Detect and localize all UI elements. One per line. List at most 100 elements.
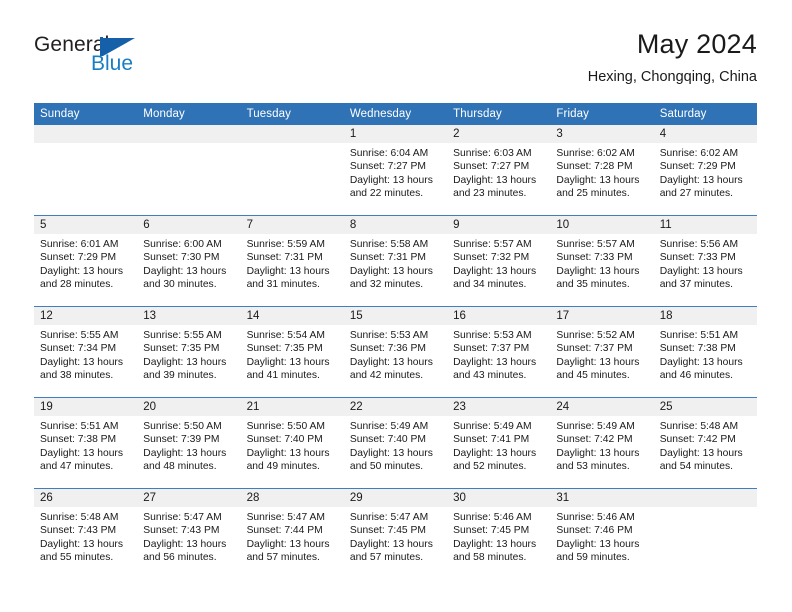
calendar-day-cell[interactable]: 30 Sunrise: 5:46 AM Sunset: 7:45 PM Dayligh…	[447, 488, 551, 579]
calendar-day-cell[interactable]: 29 Sunrise: 5:47 AM Sunset: 7:45 PM Dayligh…	[343, 488, 448, 579]
day-number: 14	[240, 307, 344, 325]
daylight-text-line1: Daylight: 13 hours	[453, 538, 537, 550]
calendar-day-cell[interactable]: 21 Sunrise: 5:50 AM Sunset: 7:40 PM Dayligh…	[240, 397, 344, 489]
sunrise-text: Sunrise: 6:02 AM	[659, 148, 739, 159]
daylight-text-line2: and 56 minutes.	[143, 552, 217, 564]
calendar-day-cell[interactable]: 26 Sunrise: 5:48 AM Sunset: 7:43 PM Dayligh…	[34, 488, 138, 579]
day-details: Sunrise: 5:48 AM Sunset: 7:43 PM Daylight:…	[34, 507, 137, 565]
calendar-day-cell[interactable]: 24 Sunrise: 5:49 AM Sunset: 7:42 PM Dayligh…	[550, 397, 654, 489]
day-number: 6	[137, 216, 241, 234]
calendar-day-cell[interactable]: 12 Sunrise: 5:55 AM Sunset: 7:34 PM Dayligh…	[34, 306, 138, 398]
calendar-day-cell[interactable]: 7 Sunrise: 5:59 AM Sunset: 7:31 PM Daylight…	[240, 215, 344, 307]
calendar-day-cell[interactable]: 15 Sunrise: 5:53 AM Sunset: 7:36 PM Dayligh…	[343, 306, 448, 398]
calendar-day-cell[interactable]: 27 Sunrise: 5:47 AM Sunset: 7:43 PM Dayligh…	[137, 488, 241, 579]
day-number: 30	[447, 489, 551, 507]
sunset-text: Sunset: 7:28 PM	[556, 161, 633, 173]
calendar-day-cell[interactable]: 2 Sunrise: 6:03 AM Sunset: 7:27 PM Daylight…	[447, 125, 551, 216]
sunset-text: Sunset: 7:40 PM	[246, 434, 323, 446]
daylight-text-line2: and 32 minutes.	[349, 279, 424, 291]
general-blue-logo[interactable]: General Blue	[34, 34, 224, 90]
day-number: 27	[137, 489, 241, 507]
calendar-day-cell[interactable]: 9 Sunrise: 5:57 AM Sunset: 7:32 PM Daylight…	[447, 215, 551, 307]
weekday-header-saturday: Saturday	[653, 103, 757, 125]
daylight-text-line2: and 28 minutes.	[40, 279, 114, 291]
calendar-day-cell[interactable]: 23 Sunrise: 5:49 AM Sunset: 7:41 PM Dayligh…	[447, 397, 551, 489]
day-details: Sunrise: 5:51 AM Sunset: 7:38 PM Daylight:…	[654, 325, 757, 383]
sunrise-text: Sunrise: 5:57 AM	[556, 239, 635, 250]
day-details: Sunrise: 5:47 AM Sunset: 7:45 PM Daylight:…	[344, 507, 447, 565]
day-details: Sunrise: 6:04 AM Sunset: 7:27 PM Daylight:…	[344, 143, 447, 201]
daylight-text-line1: Daylight: 13 hours	[246, 447, 330, 459]
daylight-text-line2: and 59 minutes.	[556, 552, 630, 564]
sunset-text: Sunset: 7:34 PM	[40, 343, 117, 355]
sunrise-text: Sunrise: 5:55 AM	[40, 330, 119, 341]
day-details: Sunrise: 5:47 AM Sunset: 7:44 PM Daylight:…	[241, 507, 344, 565]
daylight-text-line1: Daylight: 13 hours	[349, 174, 433, 186]
calendar-day-cell[interactable]: 20 Sunrise: 5:50 AM Sunset: 7:39 PM Dayligh…	[137, 397, 241, 489]
sunrise-text: Sunrise: 5:47 AM	[143, 512, 222, 523]
day-details: Sunrise: 6:02 AM Sunset: 7:28 PM Daylight:…	[550, 143, 653, 201]
daylight-text-line2: and 30 minutes.	[143, 279, 217, 291]
calendar-day-cell[interactable]: 18 Sunrise: 5:51 AM Sunset: 7:38 PM Dayligh…	[653, 306, 757, 398]
day-number: 8	[343, 216, 448, 234]
daylight-text-line2: and 41 minutes.	[246, 370, 320, 382]
day-number: 24	[550, 398, 654, 416]
daylight-text-line1: Daylight: 13 hours	[143, 265, 227, 277]
calendar-day-cell[interactable]: 3 Sunrise: 6:02 AM Sunset: 7:28 PM Daylight…	[550, 125, 654, 216]
daylight-text-line2: and 57 minutes.	[246, 552, 320, 564]
day-number: 20	[137, 398, 241, 416]
calendar-day-cell[interactable]: 22 Sunrise: 5:49 AM Sunset: 7:40 PM Dayligh…	[343, 397, 448, 489]
calendar-day-cell[interactable]: 4 Sunrise: 6:02 AM Sunset: 7:29 PM Daylight…	[653, 125, 757, 216]
day-details: Sunrise: 5:57 AM Sunset: 7:33 PM Daylight:…	[550, 234, 653, 292]
calendar-week-row: 5 Sunrise: 6:01 AM Sunset: 7:29 PM Daylight…	[34, 215, 757, 307]
sunset-text: Sunset: 7:31 PM	[349, 252, 426, 264]
daylight-text-line1: Daylight: 13 hours	[40, 265, 123, 277]
sunrise-text: Sunrise: 5:59 AM	[246, 239, 325, 250]
calendar-day-cell[interactable]: 5 Sunrise: 6:01 AM Sunset: 7:29 PM Daylight…	[34, 215, 138, 307]
day-details: Sunrise: 5:53 AM Sunset: 7:36 PM Daylight:…	[344, 325, 447, 383]
calendar-day-cell[interactable]: 10 Sunrise: 5:57 AM Sunset: 7:33 PM Dayligh…	[550, 215, 654, 307]
calendar-day-cell[interactable]: 8 Sunrise: 5:58 AM Sunset: 7:31 PM Daylight…	[343, 215, 448, 307]
calendar-week-row: 19 Sunrise: 5:51 AM Sunset: 7:38 PM Dayligh…	[34, 397, 757, 489]
sunset-text: Sunset: 7:37 PM	[453, 343, 530, 355]
day-details: Sunrise: 5:53 AM Sunset: 7:37 PM Daylight:…	[447, 325, 550, 383]
daylight-text-line1: Daylight: 13 hours	[556, 356, 640, 368]
calendar-day-cell[interactable]: 13 Sunrise: 5:55 AM Sunset: 7:35 PM Dayligh…	[137, 306, 241, 398]
daylight-text-line2: and 38 minutes.	[40, 370, 114, 382]
daylight-text-line2: and 55 minutes.	[40, 552, 114, 564]
calendar-day-cell[interactable]: 16 Sunrise: 5:53 AM Sunset: 7:37 PM Dayligh…	[447, 306, 551, 398]
day-details: Sunrise: 5:49 AM Sunset: 7:41 PM Daylight:…	[447, 416, 550, 474]
calendar-day-cell[interactable]: 11 Sunrise: 5:56 AM Sunset: 7:33 PM Dayligh…	[653, 215, 757, 307]
day-number: 29	[343, 489, 448, 507]
calendar-day-cell[interactable]: 14 Sunrise: 5:54 AM Sunset: 7:35 PM Dayligh…	[240, 306, 344, 398]
sunset-text: Sunset: 7:43 PM	[40, 525, 117, 537]
sunset-text: Sunset: 7:36 PM	[349, 343, 426, 355]
calendar-day-cell[interactable]: 1 Sunrise: 6:04 AM Sunset: 7:27 PM Daylight…	[343, 125, 448, 216]
sunset-text: Sunset: 7:46 PM	[556, 525, 633, 537]
daylight-text-line2: and 39 minutes.	[143, 370, 217, 382]
calendar-day-cell[interactable]: 31 Sunrise: 5:46 AM Sunset: 7:46 PM Dayligh…	[550, 488, 654, 579]
calendar-day-cell[interactable]: 17 Sunrise: 5:52 AM Sunset: 7:37 PM Dayligh…	[550, 306, 654, 398]
sunset-text: Sunset: 7:39 PM	[143, 434, 220, 446]
calendar-day-cell[interactable]: 25 Sunrise: 5:48 AM Sunset: 7:42 PM Dayligh…	[653, 397, 757, 489]
calendar-day-cell[interactable]: 19 Sunrise: 5:51 AM Sunset: 7:38 PM Dayligh…	[34, 397, 138, 489]
day-number: 5	[34, 216, 138, 234]
sunset-text: Sunset: 7:33 PM	[556, 252, 633, 264]
day-details: Sunrise: 5:48 AM Sunset: 7:42 PM Daylight:…	[654, 416, 757, 474]
day-details: Sunrise: 6:02 AM Sunset: 7:29 PM Daylight:…	[654, 143, 757, 201]
calendar-week-row: 12 Sunrise: 5:55 AM Sunset: 7:34 PM Dayligh…	[34, 306, 757, 398]
day-number	[34, 125, 138, 143]
daylight-text-line1: Daylight: 13 hours	[349, 447, 433, 459]
sunrise-text: Sunrise: 6:00 AM	[143, 239, 222, 250]
calendar-day-cell[interactable]: 28 Sunrise: 5:47 AM Sunset: 7:44 PM Dayligh…	[240, 488, 344, 579]
calendar-body: 1 Sunrise: 6:04 AM Sunset: 7:27 PM Daylight…	[34, 125, 757, 579]
day-details: Sunrise: 6:00 AM Sunset: 7:30 PM Daylight:…	[137, 234, 240, 292]
daylight-text-line1: Daylight: 13 hours	[246, 538, 330, 550]
sunrise-text: Sunrise: 6:03 AM	[453, 148, 532, 159]
daylight-text-line1: Daylight: 13 hours	[143, 538, 227, 550]
day-number: 9	[447, 216, 551, 234]
day-number	[653, 489, 757, 507]
calendar-day-cell-empty	[240, 125, 344, 216]
calendar-day-cell[interactable]: 6 Sunrise: 6:00 AM Sunset: 7:30 PM Daylight…	[137, 215, 241, 307]
day-details: Sunrise: 5:46 AM Sunset: 7:46 PM Daylight:…	[550, 507, 653, 565]
